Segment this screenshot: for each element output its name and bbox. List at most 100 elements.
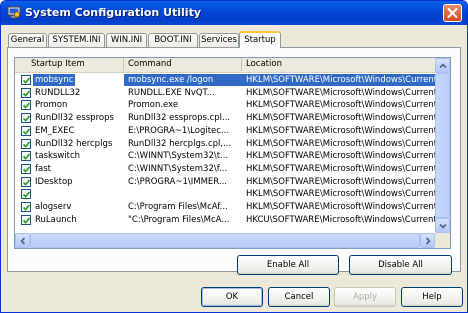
tab-win-ini-label: WIN.INI [110,35,143,45]
startup-item-name: IDesktop [35,176,73,187]
apply-button[interactable]: Apply [334,287,396,307]
list-item[interactable]: mobsync mobsync.exe /logon HKLM\SOFTWARE\M… [15,74,435,86]
startup-item-location: HKLM\SOFTWARE\Microsoft\Windows\CurrentV… [246,202,435,212]
ok-button[interactable]: OK [201,287,263,307]
startup-item-command [124,188,242,200]
list-item[interactable]: fast C:\WINNT\System32\f... HKLM\SOFTWARE\… [15,163,435,175]
horizontal-scrollbar[interactable] [15,233,435,248]
list-item[interactable]: RUNDLL32 RUNDLL.EXE NvQT... HKLM\SOFTWARE\… [15,87,435,99]
startup-item-name: Promon [35,100,68,111]
list-item[interactable]: EM_EXEC E:\PROGRA~1\Logitec... HKLM\SOFTWA… [15,125,435,137]
checkmark-icon [23,102,30,110]
checkmark-icon [23,115,30,122]
item-checkbox[interactable] [21,100,31,111]
title-bar[interactable]: System Configuration Utility [1,1,467,25]
ok-button-label: OK [225,292,239,302]
enable-all-button-label: Enable All [266,260,310,270]
tab-system-ini-label: SYSTEM.INI [52,35,101,45]
startup-item-name: EM_EXEC [35,125,75,136]
tab-services[interactable]: Services [199,33,239,47]
startup-items-list[interactable]: Startup Item Command Location mobsync mob… [14,57,451,249]
help-button[interactable]: Help [401,287,463,307]
startup-item-command: C:\Program Files\McAf... [128,202,228,212]
apply-button-label: Apply [353,292,377,302]
checkmark-icon [23,90,30,97]
close-icon [447,8,458,18]
checkmark-icon [23,128,30,135]
startup-item-location: HKLM\SOFTWARE\Microsoft\Windows\CurrentV… [246,138,435,149]
tab-startup[interactable]: Startup [239,31,281,48]
scrollbar-corner [435,233,450,248]
scroll-down-button[interactable] [435,218,450,233]
startup-item-name: mobsync [33,74,76,86]
startup-item-location: HKLM\SOFTWARE\Microsoft\Windows\CurrentV… [242,74,435,86]
close-button[interactable] [443,4,462,22]
startup-item-location: HKCU\SOFTWARE\Microsoft\Windows\CurrentV… [246,214,435,225]
startup-item-location: HKLM\SOFTWARE\Microsoft\Windows\CurrentV… [246,87,435,98]
item-checkbox[interactable] [21,138,31,149]
horizontal-scroll-thumb[interactable] [30,233,420,248]
item-checkbox[interactable] [21,87,31,98]
startup-item-command: C:\PROGRA~1\IMMER... [128,176,227,187]
tab-boot-ini[interactable]: BOOT.INI [148,33,198,47]
disable-all-button[interactable]: Disable All [349,255,452,275]
cancel-button[interactable]: Cancel [268,287,330,307]
list-item[interactable]: Promon Promon.exe HKLM\SOFTWARE\Microsoft\… [15,99,435,111]
item-checkbox[interactable] [21,176,31,187]
list-item[interactable]: IDesktop C:\PROGRA~1\IMMER... HKLM\SOFTWAR… [15,176,435,188]
checkmark-icon [23,77,30,84]
list-item[interactable]: RunDll32 hercplgs RunDll32 hercplgs.cpl,.… [15,138,435,150]
startup-item-command: mobsync.exe /logon [124,74,242,86]
startup-item-name: RuLaunch [35,214,77,225]
vertical-scroll-thumb[interactable] [435,73,450,218]
list-item[interactable]: RunDll32 essprops RunDll32 essprops.cpl..… [15,112,435,124]
scroll-left-button[interactable] [15,233,30,248]
item-checkbox[interactable] [21,75,31,85]
window-title: System Configuration Utility [25,6,201,19]
item-checkbox[interactable] [21,214,31,225]
checkmark-icon [23,140,30,148]
vertical-scrollbar[interactable] [435,58,450,233]
tab-win-ini[interactable]: WIN.INI [106,33,147,47]
arrow-left-icon [20,237,26,245]
startup-item-name: RunDll32 hercplgs [35,138,113,149]
checkmark-icon [23,153,30,160]
column-header-command[interactable]: Command [124,58,242,71]
tab-startup-label: Startup [244,35,276,45]
startup-item-location: HKLM\SOFTWARE\Microsoft\Windows\CurrentV… [246,176,435,187]
item-checkbox[interactable] [21,113,31,124]
startup-item-name: taskswitch [35,151,81,162]
item-checkbox[interactable] [21,125,31,136]
tab-general[interactable]: General [8,33,47,47]
list-item[interactable]: RuLaunch "C:\Program Files\McA... HKCU\SOF… [15,214,435,226]
system-config-app-icon [7,6,21,19]
column-header-location[interactable]: Location [242,58,435,71]
startup-item-command: C:\WINNT\System32\t... [128,151,229,162]
arrow-down-icon [439,223,447,229]
checkmark-icon [23,204,30,211]
startup-item-name [33,188,37,200]
list-item[interactable]: taskswitch C:\WINNT\System32\t... HKLM\SOF… [15,150,435,162]
checkmark-icon [23,191,30,199]
item-checkbox[interactable] [21,163,31,174]
item-checkbox[interactable] [21,189,31,200]
arrow-up-icon [439,63,447,69]
item-checkbox[interactable] [21,202,31,212]
scroll-up-button[interactable] [435,58,450,73]
enable-all-button[interactable]: Enable All [237,255,339,275]
tab-system-ini[interactable]: SYSTEM.INI [48,33,105,47]
item-checkbox[interactable] [21,151,31,162]
tab-boot-ini-label: BOOT.INI [154,35,192,45]
scroll-right-button[interactable] [420,233,435,248]
startup-item-command: "C:\Program Files\McA... [128,214,230,225]
checkmark-icon [23,179,30,186]
arrow-right-icon [425,237,431,245]
checkmark-icon [23,217,30,224]
list-item[interactable]: alogserv C:\Program Files\McAf... HKLM\SOF… [15,201,435,213]
tab-general-label: General [10,35,45,45]
startup-item-command: C:\WINNT\System32\f... [128,163,228,174]
help-button-label: Help [422,292,442,302]
startup-item-command: E:\PROGRA~1\Logitec... [128,125,230,136]
list-item[interactable]: HKLM\SOFTWARE\Microsoft\Windows\CurrentV… [15,188,435,200]
column-header-startup-item[interactable]: Startup Item [15,58,124,71]
